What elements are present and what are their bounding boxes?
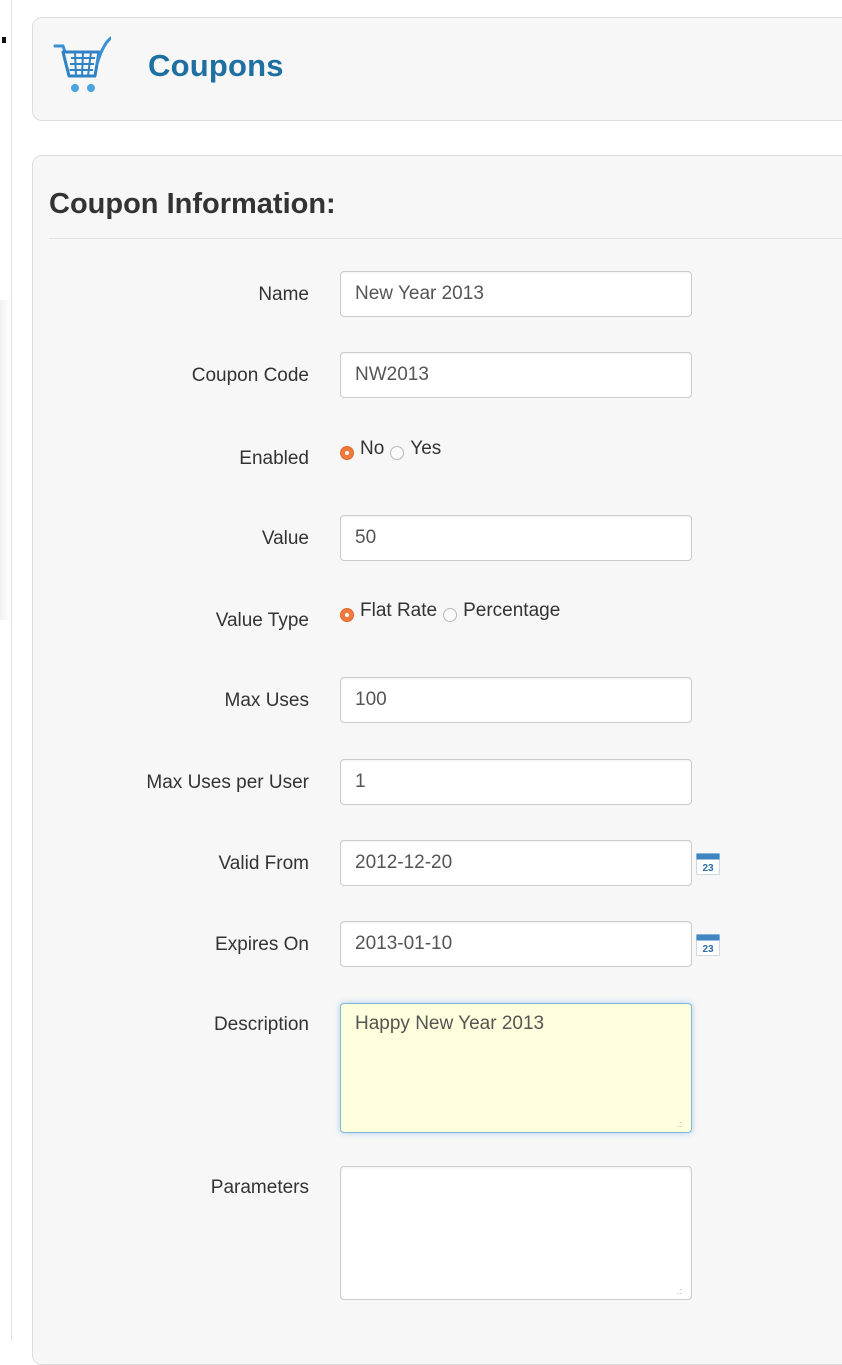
value-label: Value: [261, 528, 309, 549]
enabled-radio-group: No Yes: [340, 438, 447, 460]
description-label: Description: [213, 1014, 309, 1035]
page-header: Coupons: [32, 17, 842, 121]
page-left-border: [11, 0, 12, 1341]
page-side-shadow: [0, 300, 11, 620]
enabled-no-radio[interactable]: [340, 446, 354, 460]
value-type-radio-group: Flat Rate Percentage: [340, 600, 566, 622]
coupon-information-panel: Coupon Information: Name Coupon Code Ena…: [32, 155, 842, 1365]
max-uses-per-user-label: Max Uses per User: [146, 772, 309, 793]
expires-on-label: Expires On: [215, 934, 309, 955]
flat-rate-radio[interactable]: [340, 608, 354, 622]
panel-divider: [49, 238, 842, 239]
max-uses-per-user-input[interactable]: [340, 759, 692, 805]
page-title: Coupons: [148, 48, 284, 83]
resize-handle-icon[interactable]: .:: [677, 1287, 683, 1296]
expires-on-input[interactable]: [340, 921, 692, 967]
coupon-code-label: Coupon Code: [191, 365, 309, 386]
flat-rate-label[interactable]: Flat Rate: [360, 600, 437, 622]
max-uses-input[interactable]: [340, 677, 692, 723]
value-type-label: Value Type: [215, 610, 309, 631]
enabled-yes-radio[interactable]: [390, 446, 405, 460]
enabled-no-label[interactable]: No: [360, 438, 384, 460]
value-input[interactable]: [340, 515, 692, 561]
coupon-code-input[interactable]: [340, 352, 692, 398]
calendar-day-text: 23: [702, 944, 714, 955]
valid-from-label: Valid From: [218, 853, 309, 874]
calendar-icon[interactable]: 23: [696, 934, 720, 956]
calendar-day-text: 23: [702, 863, 714, 874]
percentage-radio[interactable]: [443, 608, 458, 622]
name-input[interactable]: [340, 271, 692, 317]
enabled-label: Enabled: [239, 448, 309, 469]
valid-from-input[interactable]: [340, 840, 692, 886]
max-uses-label: Max Uses: [224, 690, 309, 711]
page-marker: [2, 37, 6, 43]
shopping-cart-icon: [53, 36, 111, 92]
parameters-label: Parameters: [210, 1177, 309, 1198]
calendar-icon[interactable]: 23: [696, 853, 720, 875]
percentage-label[interactable]: Percentage: [463, 600, 560, 622]
resize-handle-icon[interactable]: .:: [677, 1120, 683, 1129]
name-label: Name: [258, 284, 309, 305]
parameters-textarea[interactable]: [340, 1166, 692, 1300]
panel-title: Coupon Information:: [49, 188, 336, 220]
enabled-yes-label[interactable]: Yes: [410, 438, 441, 460]
description-textarea[interactable]: Happy New Year 2013: [340, 1003, 692, 1133]
